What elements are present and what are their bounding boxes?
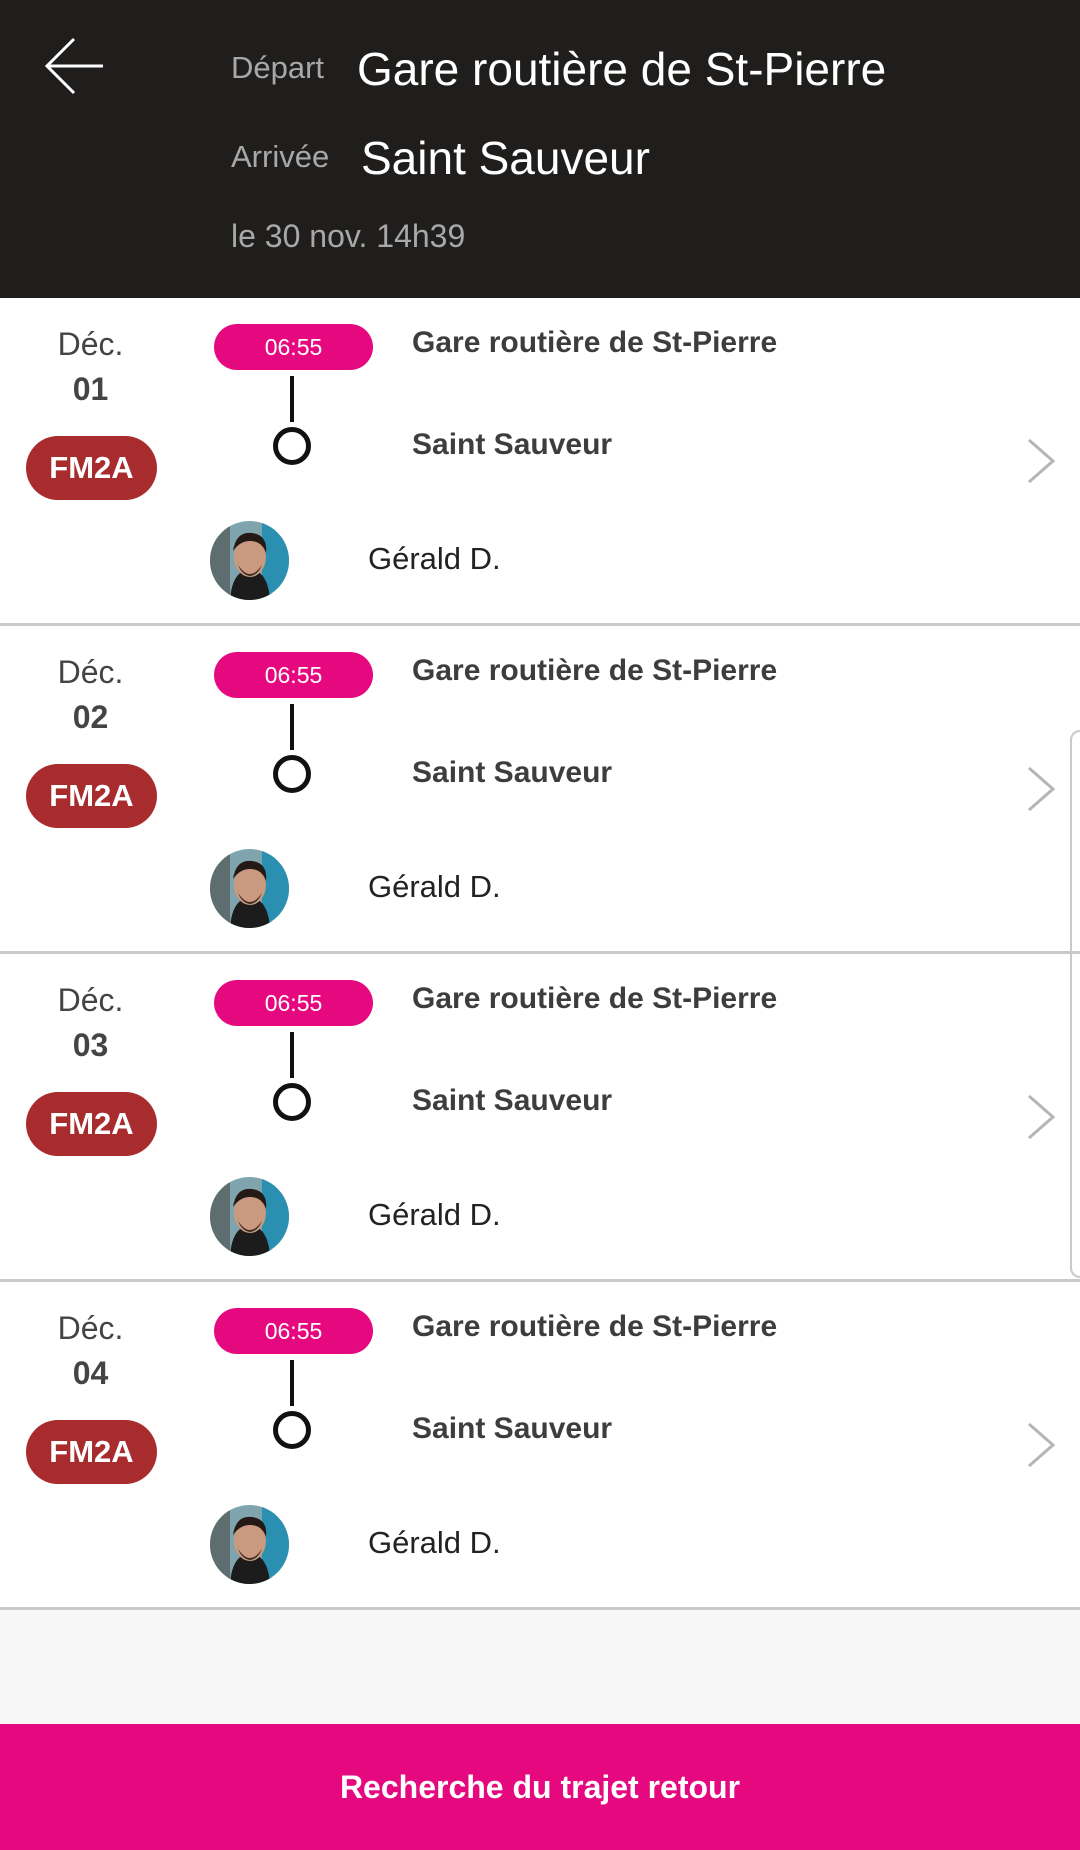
driver-avatar xyxy=(210,1177,289,1256)
line-badge: FM2A xyxy=(26,1092,157,1156)
trip-month: Déc. xyxy=(57,326,124,362)
trip-month: Déc. xyxy=(57,654,124,690)
driver-avatar xyxy=(210,849,289,928)
scrollbar[interactable] xyxy=(1070,730,1080,1278)
chevron-right-icon xyxy=(1028,438,1056,484)
trip-day: 02 xyxy=(72,699,109,735)
arrival-label: Arrivée xyxy=(231,139,330,174)
trip-arrival-stop: Saint Sauveur xyxy=(412,756,613,789)
chevron-right-icon xyxy=(1028,1422,1056,1468)
timeline-stop-icon xyxy=(273,755,311,793)
trip-row[interactable]: Déc. 04 FM2A 06:55 Gare routière de St-P… xyxy=(0,1282,1080,1610)
departure-time: 06:55 xyxy=(214,324,373,370)
trip-departure-stop: Gare routière de St-Pierre xyxy=(412,982,778,1015)
timeline-stop-icon xyxy=(273,1083,311,1121)
trip-month: Déc. xyxy=(57,1310,124,1346)
return-trip-search-button[interactable]: Recherche du trajet retour xyxy=(0,1724,1080,1850)
driver-avatar xyxy=(210,1505,289,1584)
arrow-left-icon xyxy=(44,37,103,95)
timeline-stop-icon xyxy=(273,1411,311,1449)
timeline-line xyxy=(290,1360,294,1406)
timeline-line xyxy=(290,704,294,750)
trip-row[interactable]: Déc. 03 FM2A 06:55 Gare routière de St-P… xyxy=(0,954,1080,1282)
trip-arrival-stop: Saint Sauveur xyxy=(412,1084,613,1117)
timeline-line xyxy=(290,1032,294,1078)
trip-departure-stop: Gare routière de St-Pierre xyxy=(412,326,778,359)
chevron-right-icon xyxy=(1028,766,1056,812)
arrival-value[interactable]: Saint Sauveur xyxy=(361,131,650,185)
driver-avatar xyxy=(210,521,289,600)
trip-arrival-stop: Saint Sauveur xyxy=(412,1412,613,1445)
timeline-stop-icon xyxy=(273,427,311,465)
driver-name: Gérald D. xyxy=(368,869,501,904)
trip-search-header: Départ Gare routière de St-Pierre Arrivé… xyxy=(0,0,1080,298)
line-badge: FM2A xyxy=(26,1420,157,1484)
search-date[interactable]: le 30 nov. 14h39 xyxy=(231,218,465,255)
chevron-right-icon xyxy=(1028,1094,1056,1140)
driver-name: Gérald D. xyxy=(368,1197,501,1232)
trip-arrival-stop: Saint Sauveur xyxy=(412,428,613,461)
driver-name: Gérald D. xyxy=(368,1525,501,1560)
line-badge: FM2A xyxy=(26,764,157,828)
trip-day: 03 xyxy=(72,1027,109,1063)
line-badge: FM2A xyxy=(26,436,157,500)
departure-time: 06:55 xyxy=(214,652,373,698)
driver-name: Gérald D. xyxy=(368,541,501,576)
trip-row[interactable]: Déc. 01 FM2A 06:55 Gare routière de St-P… xyxy=(0,298,1080,626)
departure-time: 06:55 xyxy=(214,1308,373,1354)
trip-day: 01 xyxy=(72,371,109,407)
departure-label: Départ xyxy=(231,50,325,85)
timeline-line xyxy=(290,376,294,422)
trip-day: 04 xyxy=(72,1355,109,1391)
departure-value[interactable]: Gare routière de St-Pierre xyxy=(357,42,886,96)
back-button[interactable] xyxy=(38,30,110,102)
trip-row[interactable]: Déc. 02 FM2A 06:55 Gare routière de St-P… xyxy=(0,626,1080,954)
trip-month: Déc. xyxy=(57,982,124,1018)
trip-departure-stop: Gare routière de St-Pierre xyxy=(412,1310,778,1343)
departure-time: 06:55 xyxy=(214,980,373,1026)
trip-departure-stop: Gare routière de St-Pierre xyxy=(412,654,778,687)
